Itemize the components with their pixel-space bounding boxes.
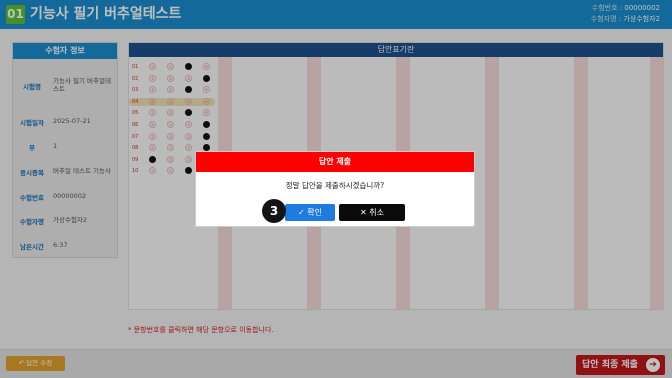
dialog-title: 답안 제출 xyxy=(196,152,474,172)
dialog-message: 정말 답안을 제출하시겠습니까? xyxy=(285,181,385,190)
confirm-button[interactable]: ✓ 확인 xyxy=(285,204,335,221)
cancel-button[interactable]: ✕ 취소 xyxy=(339,204,405,221)
submit-dialog: 답안 제출 정말 답안을 제출하시겠습니까? ✓ 확인 ✕ 취소 xyxy=(195,151,475,227)
step-marker: 3 xyxy=(262,199,286,223)
